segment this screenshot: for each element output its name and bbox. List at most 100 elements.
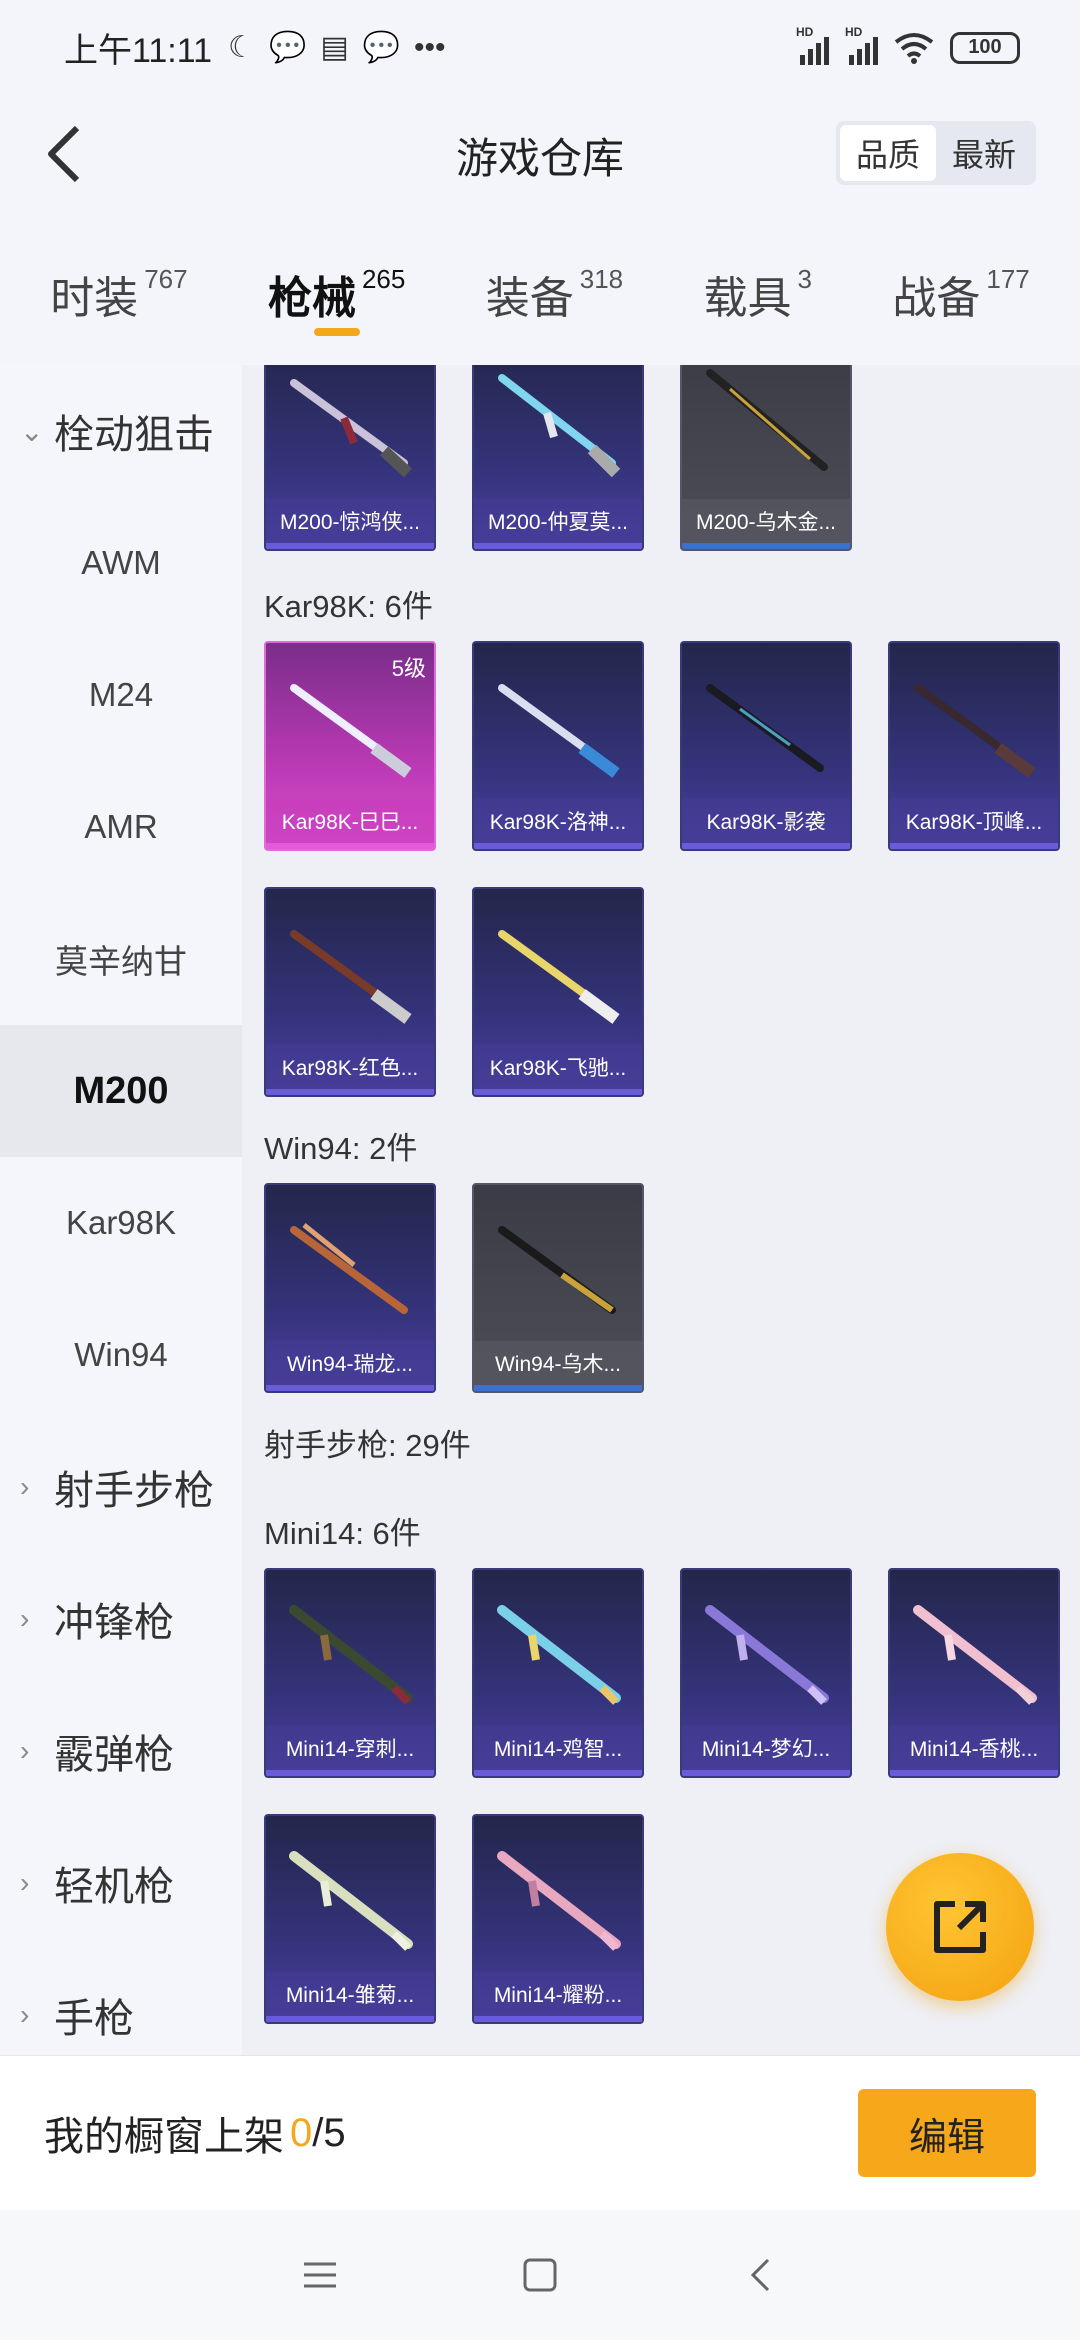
tab-label: 装备	[485, 274, 574, 323]
sidebar-item-pistol[interactable]: › 手枪	[0, 1949, 242, 2055]
recent-apps-button[interactable]	[210, 2260, 430, 2290]
system-back-button[interactable]	[650, 2257, 870, 2293]
weapon-name: Mini14-香桃...	[890, 1726, 1058, 1770]
page-title: 游戏仓库	[455, 134, 624, 182]
weapon-name: Kar98K-红色...	[266, 1045, 434, 1089]
weapon-card[interactable]: Mini14-穿刺...	[264, 1568, 436, 1778]
weapon-card[interactable]: 5级 Kar98K-巳巳...	[264, 641, 436, 851]
rarity-bar	[682, 1770, 850, 1776]
signal-icon: HD	[845, 25, 878, 65]
sidebar-item-kar98k[interactable]: Kar98K	[0, 1157, 242, 1289]
status-notification-icons: ☾ 💬 ▤ 💬 •••	[228, 30, 446, 65]
rarity-bar	[890, 1770, 1058, 1776]
tab-fashion[interactable]: 时装 767	[50, 250, 187, 330]
rarity-bar	[474, 843, 642, 849]
tab-count: 3	[797, 264, 812, 294]
sidebar-item-label: 手枪	[54, 1997, 134, 2041]
rifle-icon	[705, 1605, 829, 1705]
showcase-total: 5	[323, 2110, 346, 2155]
sidebar-item-smg[interactable]: › 冲锋枪	[0, 1553, 242, 1685]
rarity-bar	[474, 543, 642, 549]
tab-label: 枪械	[267, 274, 356, 323]
tab-count: 318	[579, 264, 624, 294]
rarity-bar	[266, 843, 434, 849]
sidebar-item-label: 冲锋枪	[54, 1601, 174, 1645]
sidebar-item-amr[interactable]: AMR	[0, 761, 242, 893]
chevron-right-icon: ›	[20, 1603, 30, 1634]
weapon-name: Kar98K-洛神...	[474, 799, 642, 843]
weapon-card[interactable]: Win94-瑞龙...	[264, 1183, 436, 1393]
tab-equipment[interactable]: 装备 318	[486, 250, 623, 330]
rifle-icon	[290, 684, 412, 778]
weapon-name: Kar98K-巳巳...	[266, 799, 434, 843]
sidebar-item-shotgun[interactable]: › 霰弹枪	[0, 1685, 242, 1817]
weapon-type-sidebar: ⌄ 栓动狙击 AWM M24 AMR 莫辛纳甘 M200 Kar98K Win9…	[0, 365, 242, 2055]
system-nav-bar	[0, 2210, 1080, 2340]
sidebar-item-awm[interactable]: AWM	[0, 497, 242, 629]
sidebar-item-label: 霰弹枪	[54, 1733, 174, 1777]
rifle-icon	[497, 1605, 621, 1705]
rifle-icon	[498, 684, 620, 778]
rarity-bar	[266, 2016, 434, 2022]
sort-newest-button[interactable]: 最新	[936, 125, 1032, 181]
share-icon	[934, 1901, 986, 1953]
sort-toggle: 品质 最新	[835, 121, 1036, 185]
tab-gear[interactable]: 战备 177	[892, 250, 1029, 330]
weapon-card[interactable]: Mini14-雏菊...	[264, 1814, 436, 2024]
weapon-name: Mini14-雏菊...	[266, 1972, 434, 2016]
weapon-grid: M200-惊鸿侠... M200-仲夏莫... M200-乌木金... Kar9…	[242, 365, 1080, 2055]
tab-guns[interactable]: 枪械 265	[267, 250, 406, 336]
back-button[interactable]	[28, 119, 98, 189]
rifle-icon	[498, 1226, 616, 1314]
back-chevron-icon	[750, 2258, 770, 2292]
signal-icon: HD	[796, 25, 829, 65]
rifle-icon	[498, 930, 620, 1024]
weapon-card[interactable]: Mini14-香桃...	[888, 1568, 1060, 1778]
weapon-card[interactable]: Win94-乌木...	[472, 1183, 644, 1393]
weapon-card[interactable]: M200-仲夏莫...	[472, 365, 644, 551]
sidebar-item-bolt-sniper[interactable]: ⌄ 栓动狙击	[0, 365, 242, 497]
weapon-card[interactable]: M200-乌木金...	[680, 365, 852, 551]
tab-active-indicator	[313, 328, 360, 336]
sidebar-item-m200[interactable]: M200	[0, 1025, 242, 1157]
sidebar-item-lmg[interactable]: › 轻机枪	[0, 1817, 242, 1949]
showcase-count: 0	[290, 2110, 313, 2155]
weapon-name: Kar98K-顶峰...	[890, 799, 1058, 843]
chevron-right-icon: ›	[20, 1867, 30, 1898]
share-fab[interactable]	[886, 1853, 1034, 2001]
weapon-card[interactable]: Kar98K-洛神...	[472, 641, 644, 851]
rarity-bar	[266, 1385, 434, 1391]
weapon-name: Win94-瑞龙...	[266, 1341, 434, 1385]
sidebar-item-m24[interactable]: M24	[0, 629, 242, 761]
wechat-icon: 💬	[268, 31, 307, 64]
weapon-card[interactable]: Mini14-耀粉...	[472, 1814, 644, 2024]
rarity-bar	[682, 843, 850, 849]
tab-count: 265	[361, 264, 406, 294]
sidebar-item-mosin[interactable]: 莫辛纳甘	[0, 893, 242, 1025]
weapon-card[interactable]: Mini14-梦幻...	[680, 1568, 852, 1778]
home-button[interactable]	[430, 2257, 650, 2293]
weapon-card[interactable]: Mini14-鸡智...	[472, 1568, 644, 1778]
weapon-card[interactable]: Kar98K-顶峰...	[888, 641, 1060, 851]
weapon-card[interactable]: Kar98K-红色...	[264, 887, 436, 1097]
section-title-kar98k: Kar98K: 6件	[264, 589, 433, 624]
chevron-right-icon: ›	[20, 1999, 30, 2030]
weapon-card[interactable]: M200-惊鸿侠...	[264, 365, 436, 551]
rarity-bar	[266, 1089, 434, 1095]
home-square-icon	[523, 2258, 557, 2292]
wechat-icon: 💬	[362, 31, 401, 64]
rarity-bar	[474, 1385, 642, 1391]
weapon-card[interactable]: Kar98K-影袭	[680, 641, 852, 851]
message-icon: ▤	[320, 31, 349, 64]
sidebar-item-win94[interactable]: Win94	[0, 1289, 242, 1421]
edit-button[interactable]: 编辑	[858, 2089, 1036, 2177]
sidebar-item-marksman[interactable]: › 射手步枪	[0, 1421, 242, 1553]
weapon-card[interactable]: Kar98K-飞驰...	[472, 887, 644, 1097]
sort-quality-button[interactable]: 品质	[839, 125, 936, 181]
section-title-mini14: Mini14: 6件	[264, 1516, 421, 1551]
section-title-marksman: 射手步枪: 29件	[264, 1428, 471, 1463]
tab-count: 177	[986, 264, 1030, 294]
weapon-name: M200-惊鸿侠...	[266, 499, 434, 543]
tab-vehicles[interactable]: 载具 3	[704, 250, 812, 330]
rifle-icon	[290, 930, 412, 1024]
